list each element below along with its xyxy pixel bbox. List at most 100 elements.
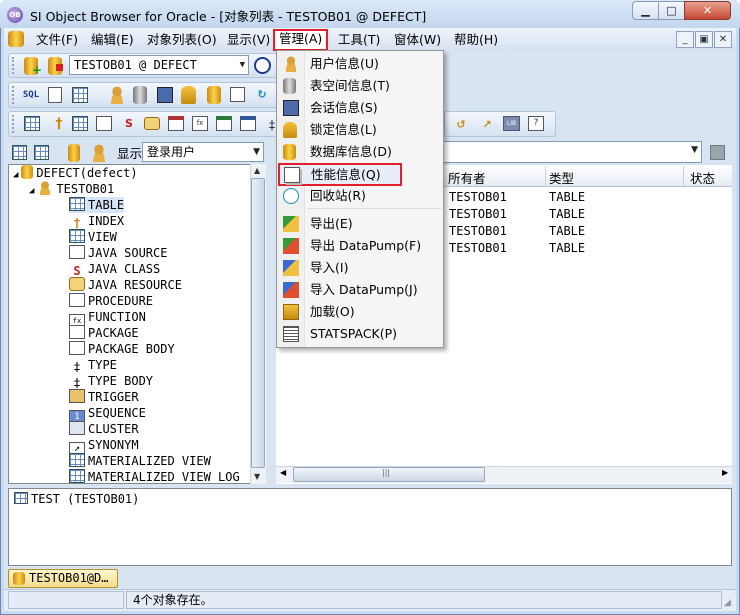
tree-node-package[interactable]: PACKAGE: [69, 325, 139, 341]
menu-tools[interactable]: 工具(T): [334, 30, 384, 49]
toolbar-grip[interactable]: [12, 115, 15, 133]
menu-view[interactable]: 显示(V): [223, 30, 274, 49]
tree-node-materialized-view-log[interactable]: MATERIALIZED VIEW LOG: [69, 469, 240, 483]
filter-db-icon[interactable]: [68, 144, 80, 162]
filter-user-icon[interactable]: [90, 144, 108, 162]
cell-owner[interactable]: TESTOB01: [449, 207, 507, 221]
menu-item-statspack[interactable]: STATSPACK(P): [277, 323, 443, 345]
tree-node-procedure[interactable]: PROCEDURE: [69, 293, 153, 309]
column-owner[interactable]: 所有者: [448, 168, 486, 187]
table-icon[interactable]: [24, 116, 40, 131]
scroll-left-icon[interactable]: ◀: [280, 468, 286, 477]
menu-item-import-datapump[interactable]: 导入 DataPump(J): [277, 279, 443, 301]
toolbar-grip[interactable]: [12, 57, 15, 74]
tree-view-icon[interactable]: [12, 145, 27, 160]
scroll-down-icon[interactable]: ▼: [254, 472, 260, 481]
java-source-icon[interactable]: [96, 116, 112, 131]
session-icon[interactable]: [157, 87, 173, 103]
tree-node-java-class[interactable]: S JAVA CLASS: [69, 261, 160, 278]
tree-scroll-thumb[interactable]: [251, 178, 265, 468]
column-type[interactable]: 类型: [549, 168, 574, 187]
synonym-icon[interactable]: ↗: [478, 116, 496, 134]
cell-owner[interactable]: TESTOB01: [449, 224, 507, 238]
display-select[interactable]: 登录用户 ▼: [142, 142, 264, 162]
maximize-button[interactable]: □: [658, 1, 685, 20]
menu-item-database[interactable]: 数据库信息(D): [277, 141, 443, 163]
help-doc-icon[interactable]: ?: [528, 116, 544, 131]
tree-node-materialized-view[interactable]: MATERIALIZED VIEW: [69, 453, 211, 469]
menu-item-load[interactable]: 加载(O): [277, 301, 443, 323]
toolbar-grip[interactable]: [12, 86, 15, 104]
tree-node-synonym[interactable]: ↗ SYNONYM: [69, 437, 139, 456]
refresh-icon[interactable]: ↺: [452, 116, 470, 134]
users-icon[interactable]: [108, 86, 126, 104]
mdi-close-button[interactable]: ✕: [714, 31, 732, 48]
menu-item-tablespace[interactable]: 表空间信息(T): [277, 75, 443, 97]
tree-node-java-resource[interactable]: JAVA RESOURCE: [69, 277, 182, 293]
database-icon[interactable]: [207, 86, 221, 104]
tree-node-view[interactable]: VIEW: [69, 229, 117, 245]
close-button[interactable]: ✕: [684, 1, 731, 20]
menu-object-list[interactable]: 对象列表(O): [143, 30, 221, 49]
tree-node-index[interactable]: † INDEX: [69, 213, 124, 230]
menu-help[interactable]: 帮助(H): [450, 30, 502, 49]
list-view-icon[interactable]: [34, 145, 49, 160]
performance-icon[interactable]: [230, 87, 245, 102]
index-icon[interactable]: †: [50, 115, 68, 133]
menu-item-session[interactable]: 会话信息(S): [277, 97, 443, 119]
tree-node-type[interactable]: ‡ TYPE: [69, 357, 117, 374]
recycle-icon[interactable]: ↻: [253, 86, 271, 104]
cell-type[interactable]: TABLE: [549, 224, 585, 238]
object-tree[interactable]: ◢ DEFECT(defect) ◢ TESTOB01 TABLE † INDEX VIE…: [8, 164, 266, 484]
menu-edit[interactable]: 编辑(E): [87, 30, 138, 49]
sql-icon[interactable]: SQL: [22, 86, 40, 104]
menu-item-user[interactable]: 用户信息(U): [277, 53, 443, 75]
document-tab[interactable]: TESTOB01@D…: [8, 569, 118, 588]
library-icon[interactable]: LIB: [503, 116, 520, 131]
tree-node-table[interactable]: TABLE: [69, 197, 125, 213]
resize-grip-icon[interactable]: ◢: [724, 598, 731, 608]
tree-node-database[interactable]: ◢ DEFECT(defect): [13, 165, 138, 181]
filter-clear-button[interactable]: [710, 145, 725, 160]
grid-view-icon[interactable]: [72, 87, 88, 103]
cell-type[interactable]: TABLE: [549, 241, 585, 255]
cell-owner[interactable]: TESTOB01: [449, 241, 507, 255]
cell-owner[interactable]: TESTOB01: [449, 190, 507, 204]
tree-node-type-body[interactable]: ‡ TYPE BODY: [69, 373, 153, 390]
mdi-document-icon[interactable]: [8, 31, 24, 47]
connection-select[interactable]: TESTOB01 @ DEFECT ▼: [69, 55, 249, 75]
tree-node-java-source[interactable]: JAVA SOURCE: [69, 245, 167, 261]
menu-manage[interactable]: 管理(A): [273, 29, 329, 51]
mdi-restore-button[interactable]: ▣: [695, 31, 713, 48]
column-divider[interactable]: [545, 166, 546, 186]
menu-item-lock[interactable]: 锁定信息(L): [277, 119, 443, 141]
menu-item-export-datapump[interactable]: 导出 DataPump(F): [277, 235, 443, 257]
menu-item-recyclebin[interactable]: 回收站(R): [277, 185, 443, 207]
menu-item-performance[interactable]: 性能信息(Q): [278, 163, 402, 186]
scroll-up-icon[interactable]: ▲: [254, 166, 260, 175]
lock-icon[interactable]: [181, 86, 196, 104]
menu-item-export[interactable]: 导出(E): [277, 213, 443, 235]
tree-node-user[interactable]: ◢ TESTOB01: [29, 181, 114, 197]
menu-file[interactable]: 文件(F): [32, 30, 82, 49]
tree-node-sequence[interactable]: 1 SEQUENCE: [69, 405, 146, 424]
package-icon[interactable]: [216, 116, 232, 131]
minimize-button[interactable]: ▁: [632, 1, 659, 20]
tree-node-trigger[interactable]: TRIGGER: [69, 389, 139, 405]
menu-window[interactable]: 窗体(W): [390, 30, 445, 49]
tablespace-icon[interactable]: [133, 86, 147, 104]
tree-node-function[interactable]: fx FUNCTION: [69, 309, 146, 328]
java-resource-icon[interactable]: [144, 117, 160, 130]
circle-icon[interactable]: [254, 57, 271, 74]
column-divider[interactable]: [683, 166, 684, 186]
procedure-icon[interactable]: [168, 116, 184, 131]
package-body-icon[interactable]: [240, 116, 256, 131]
tree-node-cluster[interactable]: CLUSTER: [69, 421, 139, 437]
view-icon[interactable]: [72, 116, 88, 131]
cell-type[interactable]: TABLE: [549, 207, 585, 221]
menu-item-import[interactable]: 导入(I): [277, 257, 443, 279]
tree-node-package-body[interactable]: PACKAGE BODY: [69, 341, 175, 357]
sql-editor-icon[interactable]: [48, 87, 62, 103]
mdi-minimize-button[interactable]: _: [676, 31, 694, 48]
grid-scroll-thumb[interactable]: |||: [293, 467, 485, 482]
